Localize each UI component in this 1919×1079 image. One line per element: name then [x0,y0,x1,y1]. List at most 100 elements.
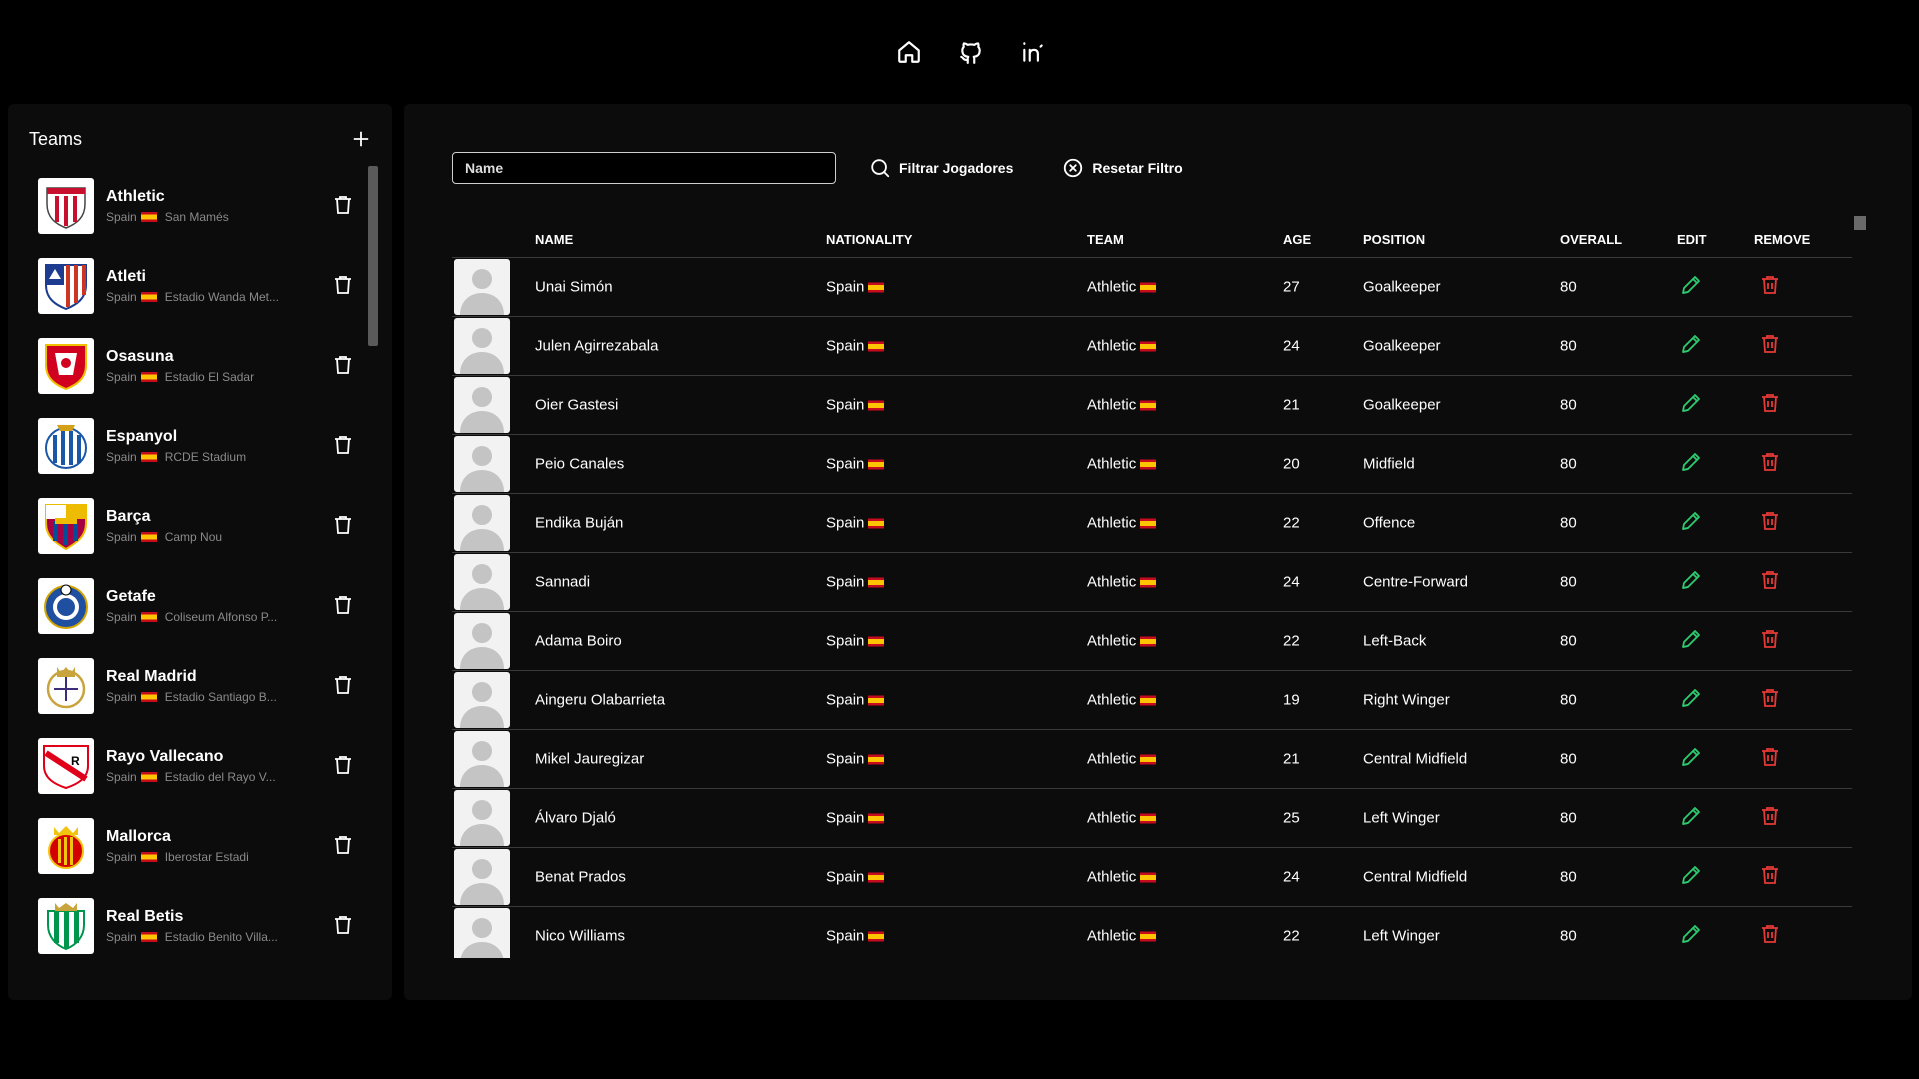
header-nationality[interactable]: NATIONALITY [826,232,912,247]
remove-player-button[interactable] [1761,334,1779,358]
edit-player-button[interactable] [1679,922,1703,950]
remove-player-button[interactable] [1761,452,1779,476]
header-age[interactable]: AGE [1283,232,1311,247]
remove-player-button[interactable] [1761,806,1779,830]
remove-player-button[interactable] [1761,865,1779,889]
search-icon [871,159,890,178]
team-logo [38,418,94,474]
player-avatar [454,790,510,846]
player-name: Julen Agirrezabala [535,337,659,355]
teams-scrollbar[interactable] [368,166,378,346]
add-team-button[interactable] [350,128,372,150]
player-position: Left-Back [1363,632,1427,650]
player-overall: 80 [1560,573,1577,591]
spain-flag-icon [1140,636,1157,646]
team-item[interactable]: Athletic Spain San Mamés [38,166,360,246]
spain-flag-icon [140,452,157,462]
delete-team-button[interactable] [333,195,353,220]
edit-player-button[interactable] [1679,863,1703,891]
delete-team-button[interactable] [333,355,353,378]
player-name: Unai Simón [535,278,613,296]
header-overall[interactable]: OVERALL [1560,232,1622,247]
team-item[interactable]: Real Betis Spain Estadio Benito Villa... [38,886,360,966]
player-overall: 80 [1560,691,1577,709]
remove-player-button[interactable] [1761,393,1779,417]
remove-player-button[interactable] [1761,275,1779,299]
spain-flag-icon [1140,577,1157,587]
delete-team-button[interactable] [333,595,353,618]
trash-icon [334,195,352,220]
top-nav [0,38,1919,66]
team-name: Espanyol [106,428,178,445]
remove-player-button[interactable] [1761,747,1779,771]
edit-player-button[interactable] [1679,273,1703,301]
trash-icon [1761,452,1779,476]
edit-player-button[interactable] [1679,391,1703,419]
edit-player-button[interactable] [1679,627,1703,655]
team-item[interactable]: Getafe Spain Coliseum Alfonso P... [38,566,360,646]
team-item[interactable]: Real Madrid Spain Estadio Santiago B... [38,646,360,726]
pencil-icon [1679,804,1703,832]
edit-player-button[interactable] [1679,450,1703,478]
player-age: 24 [1283,573,1300,591]
spain-flag-icon [1140,459,1157,469]
team-text: Athletic [1087,750,1137,768]
trash-icon [1761,570,1779,594]
edit-player-button[interactable] [1679,509,1703,537]
team-text: Athletic [1087,337,1137,355]
team-item[interactable]: R Rayo Vallecano Spain Estadio del Rayo V..… [38,726,360,806]
team-item[interactable]: Atleti Spain Estadio Wanda Met... [38,246,360,326]
pencil-icon [1679,332,1703,360]
team-name: Osasuna [106,348,174,365]
spain-flag-icon [1140,931,1157,941]
table-row: Adama Boiro Spain Athletic 22 Left-Back 80 [452,612,1852,671]
remove-player-button[interactable] [1761,688,1779,712]
remove-player-button[interactable] [1761,924,1779,948]
pencil-icon [1679,686,1703,714]
header-team[interactable]: TEAM [1087,232,1124,247]
spain-flag-icon [868,341,885,351]
trash-icon [1761,688,1779,712]
delete-team-button[interactable] [333,275,353,298]
player-team: Athletic [1087,928,1157,945]
team-text: Athletic [1087,278,1137,296]
spain-flag-icon [868,931,885,941]
delete-team-button[interactable] [333,915,353,938]
delete-team-button[interactable] [333,435,353,458]
delete-team-button[interactable] [333,515,353,538]
team-item[interactable]: Mallorca Spain Iberostar Estadi [38,806,360,886]
edit-player-button[interactable] [1679,332,1703,360]
name-filter-input[interactable] [452,152,836,184]
linkedin-icon[interactable] [1019,38,1047,66]
edit-player-button[interactable] [1679,686,1703,714]
team-item[interactable]: Espanyol Spain RCDE Stadium [38,406,360,486]
reset-filter-button[interactable]: Resetar Filtro [1062,157,1183,179]
edit-player-button[interactable] [1679,745,1703,773]
edit-player-button[interactable] [1679,568,1703,596]
header-position[interactable]: POSITION [1363,232,1425,247]
remove-player-button[interactable] [1761,629,1779,653]
home-icon[interactable] [895,38,923,66]
team-name: Mallorca [106,828,171,845]
edit-player-button[interactable] [1679,804,1703,832]
team-logo [38,818,94,874]
filter-players-button[interactable]: Filtrar Jogadores [869,157,1013,179]
remove-player-button[interactable] [1761,570,1779,594]
player-age: 24 [1283,868,1300,886]
team-text: Athletic [1087,514,1137,532]
team-info: Rayo Vallecano Spain Estadio del Rayo V... [106,747,286,785]
team-text: Athletic [1087,455,1137,473]
delete-team-button[interactable] [333,755,353,778]
github-icon[interactable] [957,38,985,66]
table-scrollbar[interactable] [1854,216,1866,230]
player-position: Offence [1363,514,1416,532]
player-nationality: Spain [826,279,885,296]
delete-team-button[interactable] [333,675,353,698]
header-name[interactable]: NAME [535,232,573,247]
remove-player-button[interactable] [1761,511,1779,535]
team-country: Spain [106,530,137,544]
player-age: 22 [1283,514,1300,532]
team-item[interactable]: Osasuna Spain Estadio El Sadar [38,326,360,406]
delete-team-button[interactable] [333,835,353,858]
team-item[interactable]: Barça Spain Camp Nou [38,486,360,566]
